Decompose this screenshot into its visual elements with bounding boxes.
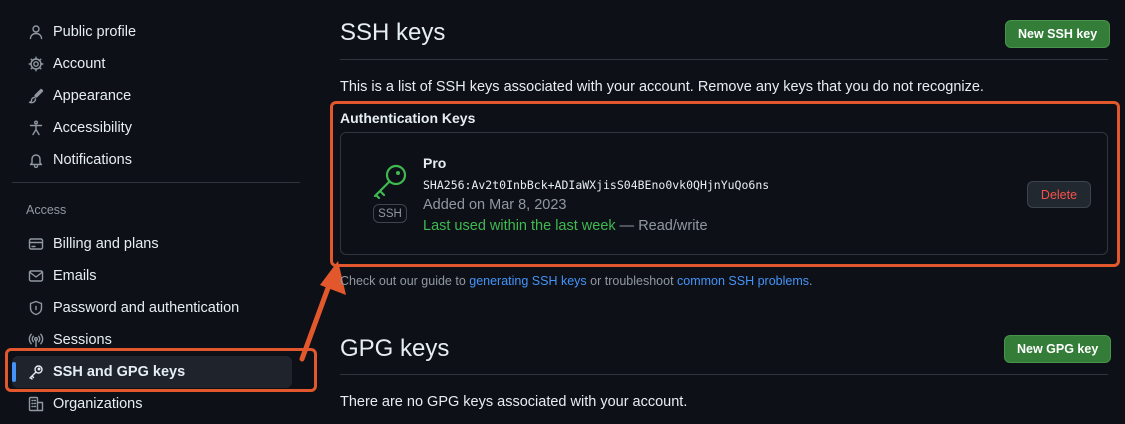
sidebar-item-organizations[interactable]: Organizations bbox=[12, 388, 292, 420]
guide-prefix: Check out our guide to bbox=[340, 274, 470, 288]
sidebar-item-public-profile[interactable]: Public profile bbox=[12, 16, 292, 48]
organization-icon bbox=[28, 396, 44, 412]
sidebar-item-emails[interactable]: Emails bbox=[12, 260, 292, 292]
ssh-key-list-item bbox=[340, 132, 1108, 255]
sidebar-item-label: Emails bbox=[53, 268, 97, 284]
credit-card-icon bbox=[28, 236, 44, 252]
ssh-key-last-used: Last used within the last week bbox=[423, 218, 616, 234]
sidebar-item-label: Appearance bbox=[53, 88, 132, 104]
sidebar-item-label: Notifications bbox=[53, 152, 132, 168]
guide-suffix: . bbox=[809, 274, 813, 288]
new-ssh-key-button[interactable]: New SSH key bbox=[1005, 20, 1111, 48]
gpg-empty-text: There are no GPG keys associated with yo… bbox=[340, 394, 688, 410]
guide-middle: or troubleshoot bbox=[586, 274, 678, 288]
generating-ssh-keys-link[interactable]: generating SSH keys bbox=[469, 274, 586, 288]
sidebar-item-ssh-gpg-keys[interactable]: SSH and GPG keys bbox=[12, 356, 292, 388]
shield-lock-icon bbox=[28, 300, 44, 316]
sidebar-item-label: Sessions bbox=[53, 332, 112, 348]
authentication-keys-heading: Authentication Keys bbox=[340, 110, 476, 126]
sidebar-section-heading: Access bbox=[26, 203, 67, 217]
gpg-keys-title: GPG keys bbox=[340, 335, 450, 362]
sidebar-item-label: Accessibility bbox=[53, 120, 132, 136]
ssh-key-access-level: — Read/write bbox=[615, 218, 708, 234]
sidebar-item-billing[interactable]: Billing and plans bbox=[12, 228, 292, 260]
active-indicator bbox=[12, 362, 16, 382]
key-icon bbox=[373, 164, 407, 199]
ssh-guide-text: Check out our guide to generating SSH ke… bbox=[340, 274, 813, 288]
common-ssh-problems-link[interactable]: common SSH problems bbox=[677, 274, 809, 288]
sidebar-item-label: Billing and plans bbox=[53, 236, 159, 252]
key-icon bbox=[28, 364, 44, 380]
broadcast-icon bbox=[28, 332, 44, 348]
sidebar-item-label: Organizations bbox=[53, 396, 143, 412]
sidebar-item-account[interactable]: Account bbox=[12, 48, 292, 80]
mail-icon bbox=[28, 268, 44, 284]
ssh-key-fingerprint: SHA256:Av2t0InbBck+ADIaWXjisS04BEno0vk0Q… bbox=[423, 178, 770, 192]
sidebar-item-password[interactable]: Password and authentication bbox=[12, 292, 292, 324]
ssh-key-name: Pro bbox=[423, 155, 447, 171]
accessibility-icon bbox=[28, 120, 44, 136]
sidebar-divider bbox=[12, 182, 300, 183]
ssh-key-usage: Last used within the last week — Read/wr… bbox=[423, 218, 708, 234]
ssh-keys-title: SSH keys bbox=[340, 19, 446, 46]
sidebar-item-label: SSH and GPG keys bbox=[53, 364, 186, 380]
sidebar-item-appearance[interactable]: Appearance bbox=[12, 80, 292, 112]
sidebar-item-label: Account bbox=[53, 56, 106, 72]
new-gpg-key-button[interactable]: New GPG key bbox=[1004, 335, 1112, 363]
gear-icon bbox=[28, 56, 44, 72]
sidebar-item-label: Public profile bbox=[53, 24, 137, 40]
bell-icon bbox=[28, 152, 44, 168]
gpg-title-divider bbox=[340, 374, 1108, 375]
sidebar-item-label: Password and authentication bbox=[53, 300, 240, 316]
sidebar-item-notifications[interactable]: Notifications bbox=[12, 144, 292, 176]
paintbrush-icon bbox=[28, 88, 44, 104]
ssh-title-divider bbox=[340, 59, 1108, 60]
person-icon bbox=[28, 24, 44, 40]
ssh-description: This is a list of SSH keys associated wi… bbox=[340, 79, 984, 95]
sidebar-item-sessions[interactable]: Sessions bbox=[12, 324, 292, 356]
ssh-key-added-date: Added on Mar 8, 2023 bbox=[423, 197, 567, 213]
ssh-type-badge: SSH bbox=[373, 204, 407, 223]
delete-ssh-key-button[interactable]: Delete bbox=[1027, 181, 1091, 208]
sidebar-item-accessibility[interactable]: Accessibility bbox=[12, 112, 292, 144]
settings-sidebar: Public profile Account Appearance Access… bbox=[0, 0, 310, 424]
